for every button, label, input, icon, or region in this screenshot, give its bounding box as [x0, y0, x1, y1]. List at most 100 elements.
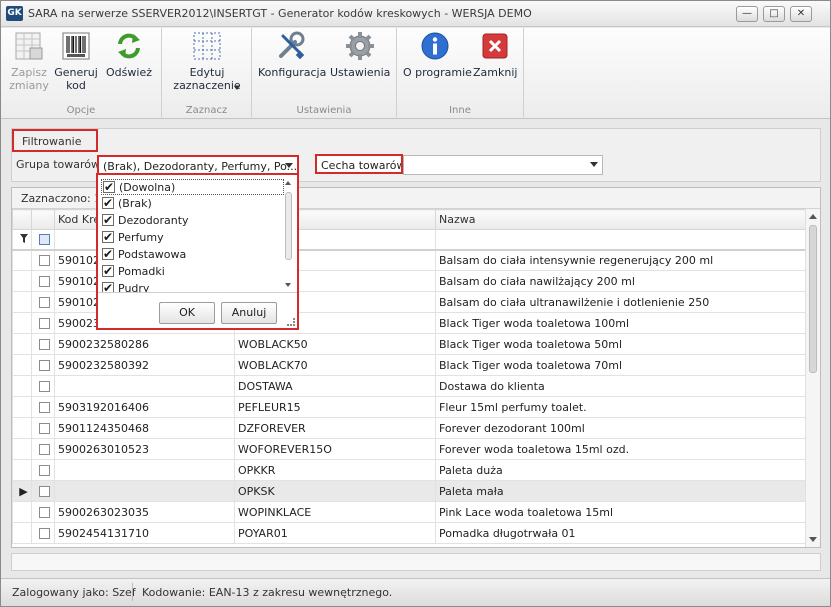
- configuration-button[interactable]: Konfiguracja: [258, 30, 326, 79]
- filter-tab[interactable]: Filtrowanie: [12, 129, 98, 152]
- close-app-button[interactable]: Zamknij: [473, 30, 517, 79]
- product-feature-combo[interactable]: [403, 155, 603, 175]
- row-checkbox[interactable]: [39, 486, 50, 497]
- dropdown-ok-button[interactable]: OK: [159, 302, 215, 324]
- edit-selection-button[interactable]: Edytuj zaznaczenie: [168, 30, 246, 92]
- cell-name[interactable]: Pomadka długotrwała 01: [435, 522, 806, 544]
- table-row[interactable]: 5903192016406 PEFLEUR15 Fleur 15ml perfumy…: [12, 396, 806, 418]
- table-row[interactable]: 5900232580392 WOBLACK70 Black Tiger woda t…: [12, 354, 806, 376]
- checkbox-checked-icon[interactable]: ✔: [102, 197, 114, 209]
- checkbox-checked-icon[interactable]: ✔: [102, 248, 114, 260]
- cell-name[interactable]: Black Tiger woda toaletowa 50ml: [435, 333, 806, 355]
- row-select-cell[interactable]: [31, 459, 55, 481]
- table-row[interactable]: ▶ OPKSK Paleta mała: [12, 480, 806, 502]
- table-row[interactable]: DOSTAWA Dostawa do klienta: [12, 375, 806, 397]
- row-checkbox[interactable]: [39, 255, 50, 267]
- row-checkbox[interactable]: [39, 507, 50, 518]
- product-group-combo[interactable]: (Brak), Dezodoranty, Perfumy, Po...: [97, 155, 299, 175]
- scroll-up-icon[interactable]: [809, 214, 817, 219]
- horizontal-scrollbar[interactable]: [11, 553, 821, 571]
- cell-symbol[interactable]: OPKKR: [234, 459, 436, 481]
- close-window-button[interactable]: ✕: [790, 6, 812, 22]
- dropdown-item[interactable]: ✔ Podstawowa: [101, 247, 284, 263]
- checkbox-checked-icon[interactable]: ✔: [103, 181, 115, 193]
- cell-symbol[interactable]: DZFOREVER: [234, 417, 436, 439]
- row-checkbox[interactable]: [39, 465, 50, 476]
- about-button[interactable]: O programie: [403, 30, 472, 79]
- filter-cell-name[interactable]: [435, 229, 806, 251]
- checkbox-checked-icon[interactable]: ✔: [102, 265, 114, 277]
- cell-symbol[interactable]: WOBLACK70: [234, 354, 436, 376]
- row-checkbox[interactable]: [39, 402, 50, 413]
- resize-grip-icon[interactable]: [287, 318, 295, 326]
- table-row[interactable]: 5900232580286 WOBLACK50 Black Tiger woda t…: [12, 333, 806, 355]
- cell-symbol[interactable]: WOFOREVER15O: [234, 438, 436, 460]
- generate-code-button[interactable]: Generuj kod: [54, 30, 98, 92]
- table-row[interactable]: 5902454131710 POYAR01 Pomadka długotrwała …: [12, 522, 806, 544]
- dropdown-item[interactable]: ✔ (Dowolna): [101, 179, 284, 195]
- row-select-cell[interactable]: [31, 249, 55, 271]
- cell-code[interactable]: 5900263010523: [54, 438, 235, 460]
- row-select-cell[interactable]: [31, 417, 55, 439]
- row-select-cell[interactable]: [31, 312, 55, 334]
- cell-name[interactable]: Balsam do ciała nawilżający 200 ml: [435, 270, 806, 292]
- row-checkbox[interactable]: [39, 339, 50, 350]
- cell-name[interactable]: Forever woda toaletowa 15ml ozd.: [435, 438, 806, 460]
- row-checkbox[interactable]: [39, 381, 50, 392]
- row-select-cell[interactable]: [31, 375, 55, 397]
- cell-symbol[interactable]: OPKSK: [234, 480, 436, 502]
- checkbox-checked-icon[interactable]: ✔: [102, 214, 114, 226]
- cell-code[interactable]: [54, 375, 235, 397]
- filter-select-all[interactable]: [31, 229, 55, 251]
- cell-name[interactable]: Fleur 15ml perfumy toalet.: [435, 396, 806, 418]
- row-checkbox[interactable]: [39, 360, 50, 371]
- column-header-name[interactable]: Nazwa: [435, 209, 806, 230]
- dropdown-scrollbar[interactable]: [284, 179, 294, 289]
- dropdown-item[interactable]: ✔ Pomadki: [101, 264, 284, 280]
- dropdown-item[interactable]: ✔ Dezodoranty: [101, 213, 284, 229]
- checkbox-checked-icon[interactable]: ✔: [102, 282, 114, 292]
- cell-name[interactable]: Balsam do ciała intensywnie regenerujący…: [435, 249, 806, 271]
- row-checkbox[interactable]: [39, 318, 50, 329]
- cell-symbol[interactable]: POYAR01: [234, 522, 436, 544]
- cell-symbol[interactable]: WOBLACK50: [234, 333, 436, 355]
- cell-name[interactable]: Paleta mała: [435, 480, 806, 502]
- row-select-cell[interactable]: [31, 480, 55, 502]
- dropdown-item[interactable]: ✔ (Brak): [101, 196, 284, 212]
- select-all-checkbox[interactable]: [39, 234, 50, 246]
- cell-code[interactable]: 5900232580286: [54, 333, 235, 355]
- table-row[interactable]: OPKKR Paleta duża: [12, 459, 806, 481]
- save-changes-button[interactable]: Zapisz zmiany: [7, 30, 51, 92]
- cell-symbol[interactable]: WOPINKLACE: [234, 501, 436, 523]
- checkbox-checked-icon[interactable]: ✔: [102, 231, 114, 243]
- dropdown-item[interactable]: ✔ Pudry: [101, 281, 284, 292]
- cell-symbol[interactable]: DOSTAWA: [234, 375, 436, 397]
- scroll-down-icon[interactable]: [285, 283, 291, 287]
- cell-code[interactable]: [54, 480, 235, 502]
- table-row[interactable]: 5900263023035 WOPINKLACE Pink Lace woda to…: [12, 501, 806, 523]
- row-checkbox[interactable]: [39, 276, 50, 287]
- dropdown-scroll-thumb[interactable]: [285, 192, 292, 260]
- minimize-button[interactable]: —: [736, 6, 758, 22]
- cell-name[interactable]: Balsam do ciała ultranawilżenie i dotlen…: [435, 291, 806, 313]
- cell-code[interactable]: [54, 459, 235, 481]
- table-row[interactable]: 5900263010523 WOFOREVER15O Forever woda to…: [12, 438, 806, 460]
- row-checkbox[interactable]: [39, 297, 50, 308]
- cell-name[interactable]: Forever dezodorant 100ml: [435, 417, 806, 439]
- cell-name[interactable]: Black Tiger woda toaletowa 70ml: [435, 354, 806, 376]
- maximize-button[interactable]: □: [763, 6, 785, 22]
- scroll-down-icon[interactable]: [809, 537, 817, 542]
- scroll-up-icon[interactable]: [285, 181, 291, 185]
- cell-name[interactable]: Pink Lace woda toaletowa 15ml: [435, 501, 806, 523]
- row-select-cell[interactable]: [31, 522, 55, 544]
- row-checkbox[interactable]: [39, 444, 50, 455]
- row-checkbox[interactable]: [39, 423, 50, 434]
- cell-code[interactable]: 5901124350468: [54, 417, 235, 439]
- scrollbar-thumb[interactable]: [809, 225, 817, 373]
- row-select-cell[interactable]: [31, 354, 55, 376]
- cell-name[interactable]: Paleta duża: [435, 459, 806, 481]
- cell-code[interactable]: 5903192016406: [54, 396, 235, 418]
- row-checkbox[interactable]: [39, 528, 50, 539]
- cell-code[interactable]: 5900232580392: [54, 354, 235, 376]
- row-select-cell[interactable]: [31, 333, 55, 355]
